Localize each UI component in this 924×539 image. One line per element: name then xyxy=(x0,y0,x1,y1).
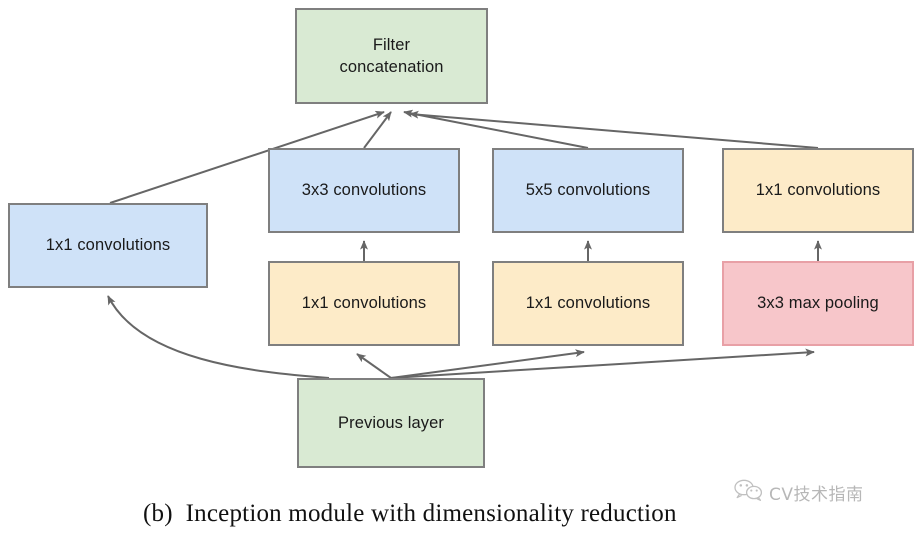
node-filter-concatenation[interactable]: Filter concatenation xyxy=(295,8,488,104)
node-maxpool3x3[interactable]: 3x3 max pooling xyxy=(722,261,914,346)
node-conv5x5[interactable]: 5x5 convolutions xyxy=(492,148,684,233)
watermark-label: CV技术指南 xyxy=(769,485,864,505)
inception-module-diagram: Filter concatenation 1x1 convolutions 3x… xyxy=(0,0,924,539)
wechat-icon xyxy=(733,479,763,506)
node-label: 5x5 convolutions xyxy=(525,181,651,200)
node-conv1x1-before-5x5[interactable]: 1x1 convolutions xyxy=(492,261,684,346)
node-label: 3x3 convolutions xyxy=(301,181,427,200)
node-label: 1x1 convolutions xyxy=(45,236,171,255)
node-label: 1x1 convolutions xyxy=(525,294,651,313)
edge-prev-to-maxpool xyxy=(390,348,815,379)
node-conv1x1-pool-branch[interactable]: 1x1 convolutions xyxy=(722,148,914,233)
node-label: 1x1 convolutions xyxy=(755,181,881,200)
node-label: 3x3 max pooling xyxy=(757,294,879,313)
edge-conv5x5-to-concat xyxy=(403,109,589,149)
edge-prev-to-conv1x1-before-5x5 xyxy=(390,349,585,379)
node-label: 1x1 convolutions xyxy=(301,294,427,313)
node-previous-layer[interactable]: Previous layer xyxy=(297,378,485,468)
edge-prev-to-conv1x1-before-3x3 xyxy=(356,353,392,379)
node-conv3x3[interactable]: 3x3 convolutions xyxy=(268,148,460,233)
node-label: Previous layer xyxy=(338,413,444,432)
figure-caption: (b) Inception module with dimensionality… xyxy=(143,500,677,527)
node-label: Filter concatenation xyxy=(339,35,444,76)
node-conv1x1-before-3x3[interactable]: 1x1 convolutions xyxy=(268,261,460,346)
watermark: CV技术指南 xyxy=(733,479,864,506)
node-conv1x1-left[interactable]: 1x1 convolutions xyxy=(8,203,208,288)
edge-conv1x1-pool-to-concat xyxy=(409,110,819,149)
